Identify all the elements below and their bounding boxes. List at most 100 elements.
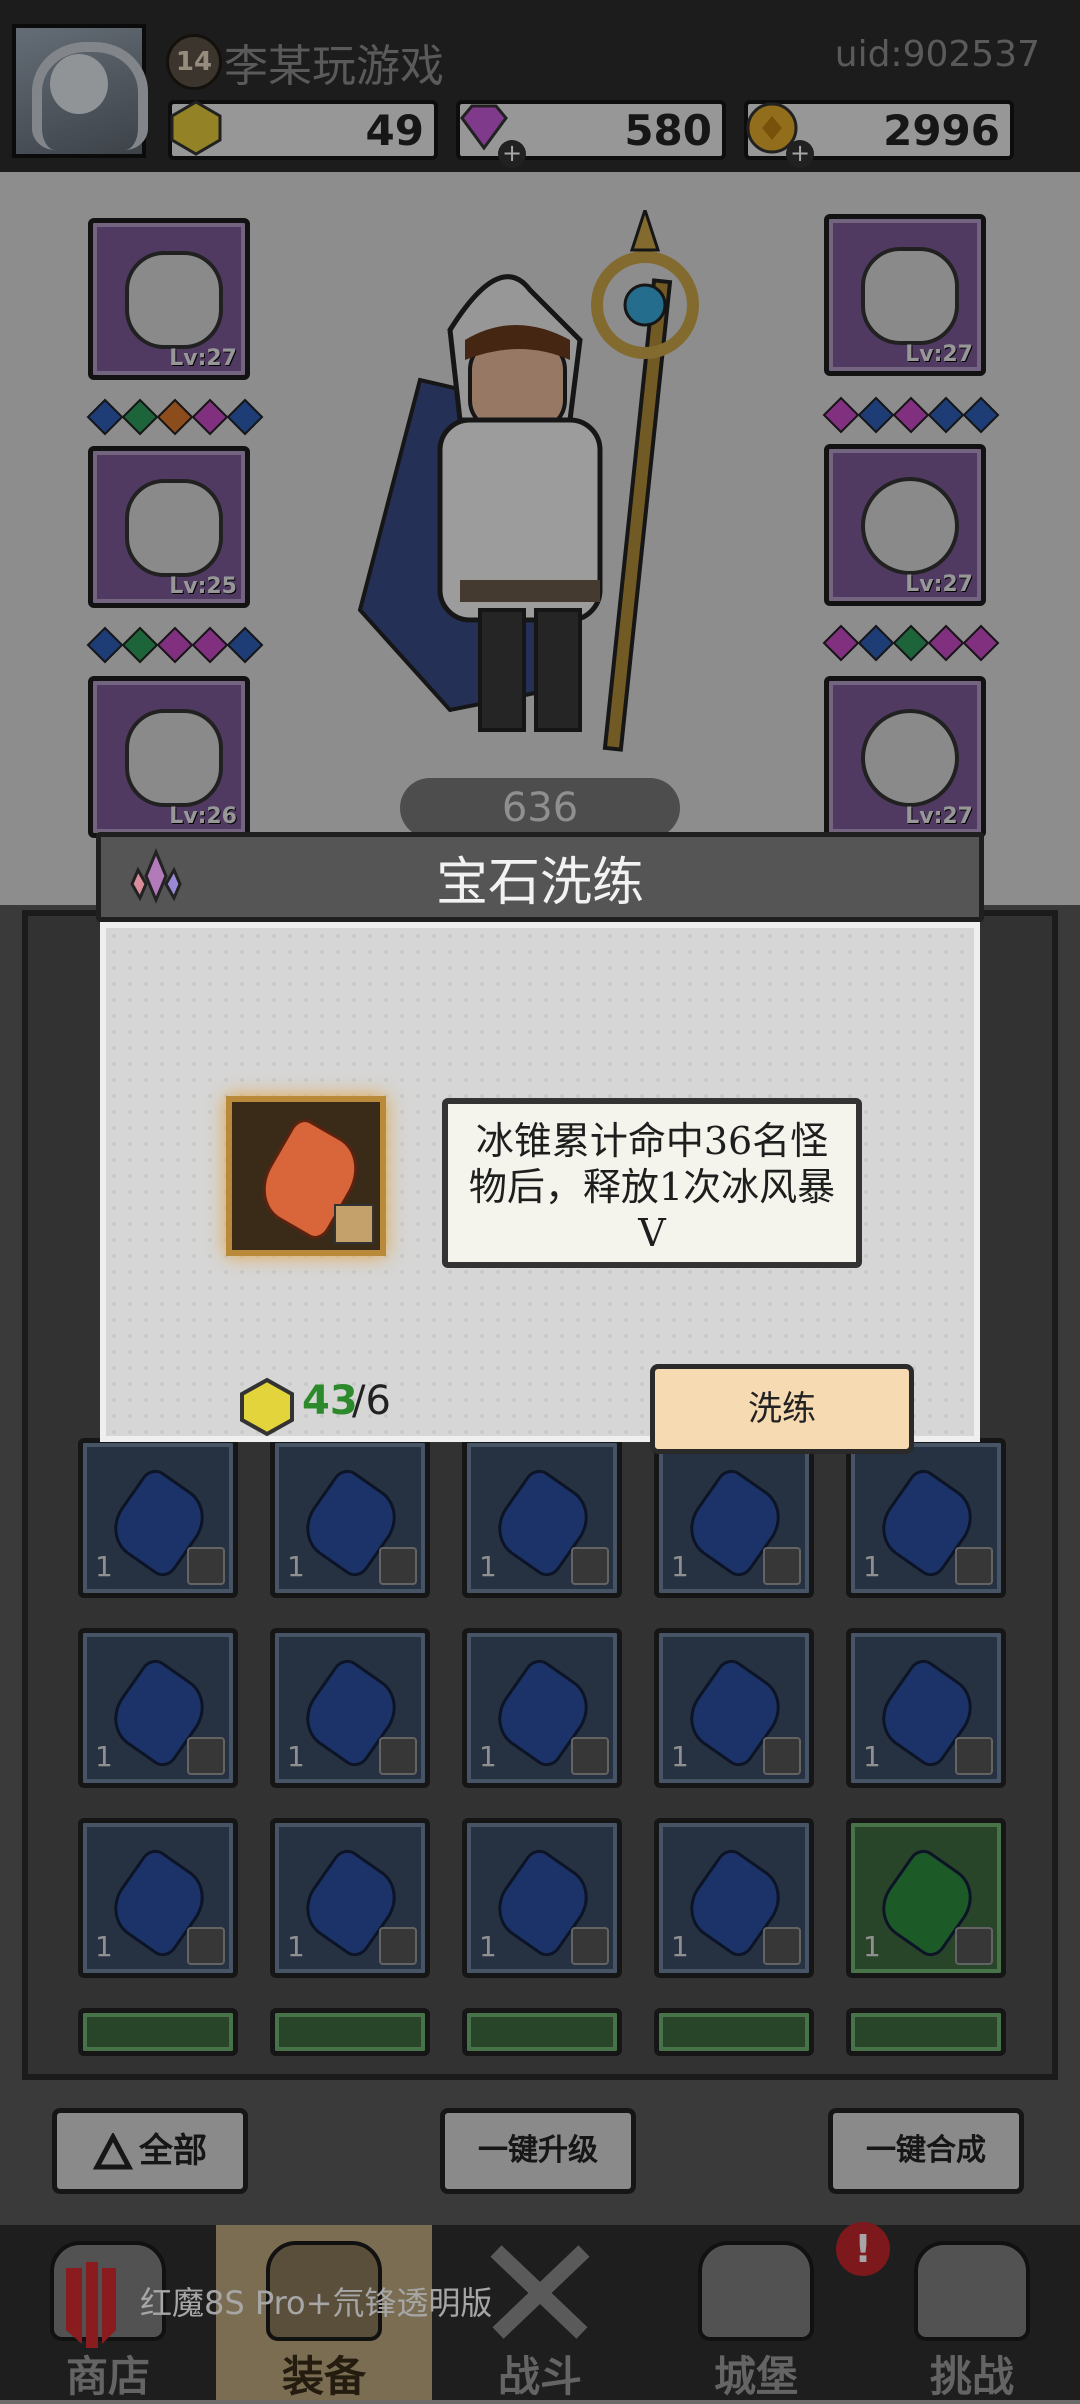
castle-icon: [698, 2241, 814, 2341]
inventory-gem[interactable]: 1: [78, 1818, 238, 1978]
player-name: 李某玩游戏: [224, 41, 444, 92]
inventory-gem[interactable]: 1: [462, 1628, 622, 1788]
dialog-body: 冰锥累计命中36名怪物后，释放1次冰风暴V 43 /6 洗练: [100, 922, 980, 1454]
inventory-gem[interactable]: 1: [270, 1628, 430, 1788]
necklace-icon: [861, 709, 959, 807]
inventory-gem[interactable]: [270, 2008, 430, 2056]
slot-type-icon: [187, 1547, 225, 1585]
equip-level: Lv:27: [905, 342, 973, 367]
gem-count: 1: [95, 1930, 113, 1963]
refine-button[interactable]: 洗练: [650, 1364, 914, 1454]
gem-count: 1: [671, 1740, 689, 1773]
gem-count: 1: [671, 1550, 689, 1583]
add-diamond-icon[interactable]: +: [498, 140, 526, 168]
inventory-gem[interactable]: 1: [654, 1818, 814, 1978]
gem-count: 1: [479, 1930, 497, 1963]
tab-castle[interactable]: 城堡: [648, 2225, 864, 2401]
equip-level: Lv:26: [169, 804, 237, 829]
slot-type-icon: [955, 1927, 993, 1965]
ring-icon: [861, 477, 959, 575]
hood-icon: [125, 251, 223, 349]
inventory-gem[interactable]: 1: [846, 1438, 1006, 1598]
gem-item[interactable]: [226, 1096, 386, 1256]
equip-slot-cloak[interactable]: Lv:25: [88, 446, 250, 608]
inventory-gem[interactable]: 1: [846, 1818, 1006, 1978]
inventory-gem[interactable]: 1: [78, 1628, 238, 1788]
tab-label: 商店: [65, 2352, 150, 2401]
boots-icon: [125, 709, 223, 807]
merge-all-button[interactable]: 一键合成: [828, 2108, 1024, 2194]
gem-count: 1: [287, 1740, 305, 1773]
slot-type-icon: [187, 1927, 225, 1965]
inventory-gem[interactable]: [462, 2008, 622, 2056]
device-watermark: 红魔8S Pro+氘锋透明版: [140, 2284, 493, 2322]
redmagic-logo-icon: [66, 2262, 116, 2348]
gem-count: 1: [671, 1930, 689, 1963]
gem-sockets: [86, 398, 267, 436]
equip-level: Lv:27: [905, 804, 973, 829]
equip-level: Lv:27: [905, 572, 973, 597]
gem-sockets: [86, 626, 267, 664]
slot-type-icon: [379, 1547, 417, 1585]
inventory-gem[interactable]: 1: [462, 1438, 622, 1598]
inventory-gem[interactable]: 1: [654, 1438, 814, 1598]
top-bar: 14 李某玩游戏 uid:902537 49 + 580 + 2996: [0, 0, 1080, 172]
equip-level: Lv:27: [169, 346, 237, 371]
gem-effect-text: 冰锥累计命中36名怪物后，释放1次冰风暴V: [468, 1119, 836, 1255]
inventory-gem[interactable]: 1: [78, 1438, 238, 1598]
upgrade-all-button[interactable]: 一键升级: [440, 2108, 636, 2194]
shoulder-icon: [861, 247, 959, 345]
inventory-gem[interactable]: [78, 2008, 238, 2056]
slot-type-icon: [571, 1737, 609, 1775]
tab-label: 战斗: [497, 2352, 582, 2401]
filter-all-label: 全部: [139, 2131, 207, 2171]
diamond-counter[interactable]: + 580: [456, 100, 726, 168]
avatar[interactable]: [12, 24, 148, 158]
power-value: 636: [400, 778, 680, 838]
inventory-gem[interactable]: [654, 2008, 814, 2056]
tab-label: 城堡: [713, 2352, 798, 2401]
triangle-icon: [92, 2131, 134, 2169]
inventory-gem[interactable]: 1: [462, 1818, 622, 1978]
tab-challenge[interactable]: 挑战: [864, 2225, 1080, 2401]
slot-type-icon: [187, 1737, 225, 1775]
tab-label: 挑战: [929, 2352, 1014, 2401]
equip-slot-ring[interactable]: Lv:27: [824, 444, 986, 606]
gem-count: 1: [287, 1550, 305, 1583]
cloak-icon: [125, 479, 223, 577]
trophy-icon: [914, 2241, 1030, 2341]
uid-label: uid:902537: [834, 34, 1040, 75]
slot-type-icon: [334, 1204, 374, 1244]
gem-sockets: [822, 624, 1003, 662]
gem-refine-dialog: 宝石洗练 冰锥累计命中36名怪物后，释放1次冰风暴V 43 /6 洗练: [96, 832, 984, 1454]
slot-type-icon: [571, 1927, 609, 1965]
slot-type-icon: [955, 1737, 993, 1775]
inventory-gem[interactable]: 1: [846, 1628, 1006, 1788]
equip-slot-hood[interactable]: Lv:27: [88, 218, 250, 380]
inventory-gem[interactable]: [846, 2008, 1006, 2056]
tab-label: 装备: [281, 2352, 366, 2401]
slot-type-icon: [955, 1547, 993, 1585]
yellow-gem-counter: 49: [168, 100, 438, 160]
dialog-title: 宝石洗练: [435, 853, 644, 913]
inventory-gem[interactable]: 1: [270, 1438, 430, 1598]
equip-slot-boots[interactable]: Lv:26: [88, 676, 250, 838]
gem-count: 1: [479, 1550, 497, 1583]
gem-count: 1: [287, 1930, 305, 1963]
notification-badge: !: [836, 2222, 890, 2276]
slot-type-icon: [379, 1737, 417, 1775]
hero-character: [357, 210, 699, 752]
add-gold-icon[interactable]: +: [786, 140, 814, 168]
filter-all-button[interactable]: 全部: [52, 2108, 248, 2194]
slot-type-icon: [763, 1737, 801, 1775]
gem-effect-box: 冰锥累计命中36名怪物后，释放1次冰风暴V: [442, 1098, 862, 1268]
equip-slot-necklace[interactable]: Lv:27: [824, 676, 986, 838]
inventory-gem[interactable]: 1: [654, 1628, 814, 1788]
equip-slot-shoulder[interactable]: Lv:27: [824, 214, 986, 376]
slot-type-icon: [763, 1547, 801, 1585]
slot-type-icon: [763, 1927, 801, 1965]
gold-counter[interactable]: + 2996: [744, 100, 1014, 168]
inventory-gem[interactable]: 1: [270, 1818, 430, 1978]
slot-type-icon: [571, 1547, 609, 1585]
gem-count: 1: [863, 1550, 881, 1583]
